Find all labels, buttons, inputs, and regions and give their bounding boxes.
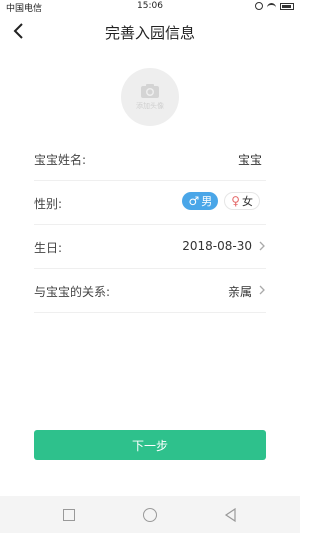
camera-icon: [141, 84, 159, 98]
gender-female-button[interactable]: ♀ 女: [224, 192, 260, 210]
gender-label: 性别:: [34, 197, 63, 211]
gender-row: 性别: ♂ 男 ♀ 女: [34, 181, 266, 225]
gender-selector: ♂ 男 ♀ 女: [182, 192, 260, 210]
chevron-right-icon: [259, 241, 265, 251]
status-bar: 中国电信 15:06: [0, 0, 300, 14]
system-back-button[interactable]: [224, 508, 238, 522]
birthday-value: 2018-08-30: [182, 239, 252, 253]
birthday-row[interactable]: 生日: 2018-08-30: [34, 225, 266, 269]
female-icon: ♀: [231, 194, 240, 208]
system-nav-bar: [0, 496, 300, 533]
gender-male-button[interactable]: ♂ 男: [182, 192, 219, 210]
add-avatar-button[interactable]: 添加头像: [121, 68, 179, 126]
alarm-icon: [255, 2, 263, 10]
page-title: 完善入园信息: [104, 24, 195, 42]
chevron-right-icon: [259, 285, 265, 295]
wifi-icon: [267, 2, 276, 10]
battery-icon: [280, 2, 294, 10]
name-label: 宝宝姓名:: [34, 153, 87, 167]
name-value[interactable]: 宝宝: [238, 151, 262, 168]
next-step-button[interactable]: 下一步: [34, 430, 266, 460]
status-icons: [255, 2, 294, 10]
relation-row[interactable]: 与宝宝的关系: 亲属: [34, 269, 266, 313]
name-row[interactable]: 宝宝姓名: 宝宝: [34, 137, 266, 181]
gender-male-label: 男: [201, 195, 213, 208]
recent-apps-button[interactable]: [63, 509, 75, 521]
birthday-label: 生日:: [34, 241, 63, 255]
relation-value: 亲属: [227, 285, 252, 299]
home-button[interactable]: [143, 508, 157, 522]
male-icon: ♂: [188, 194, 200, 208]
avatar-caption: 添加头像: [136, 102, 164, 110]
relation-label: 与宝宝的关系:: [34, 285, 111, 299]
gender-female-label: 女: [242, 195, 253, 208]
nav-bar: 完善入园信息: [0, 16, 300, 48]
